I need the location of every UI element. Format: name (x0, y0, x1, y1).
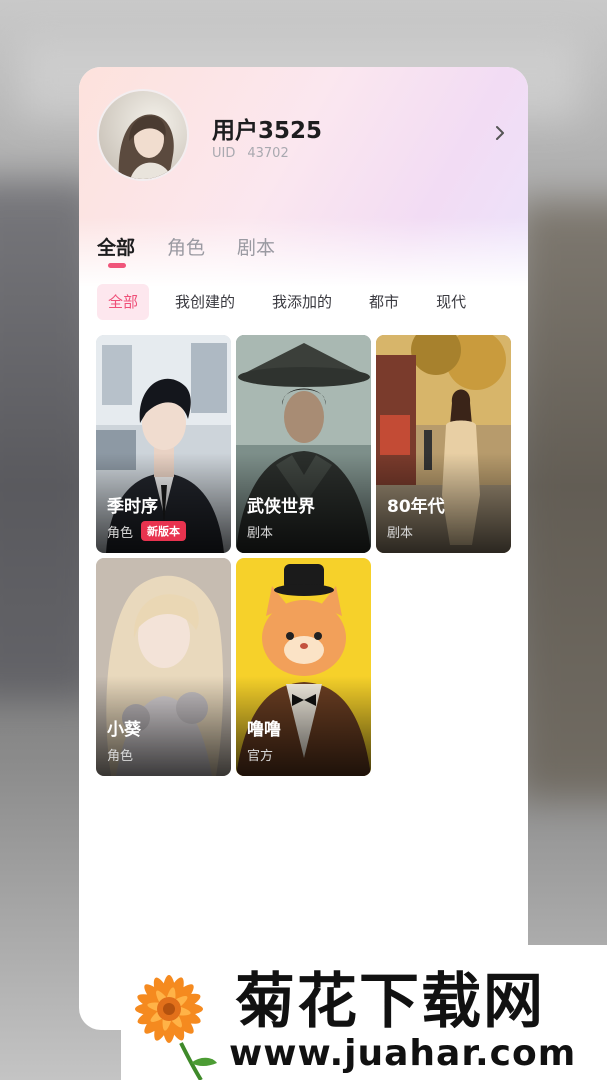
card-type: 剧本 (387, 522, 413, 541)
card-type-label: 剧本 (387, 526, 414, 541)
filter-created[interactable]: 我创建的 (175, 284, 235, 320)
tab-scripts[interactable]: 剧本 (237, 233, 275, 260)
watermark-url: www.juahar.com (229, 1033, 577, 1074)
card-title: 噜噜 (247, 720, 281, 740)
card-type: 官方 (247, 745, 273, 764)
watermark-title: 菊花下载网 (235, 967, 545, 1037)
uid-row: UID 43702 (212, 146, 301, 161)
uid-value: 43702 (247, 146, 289, 161)
watermark: 菊花下载网 www.juahar.com (121, 945, 607, 1080)
card-type: 剧本 (247, 522, 273, 541)
uid-label: UID (212, 146, 236, 161)
character-card[interactable]: 噜噜 官方 (236, 558, 371, 776)
card-type-label: 角色 (107, 749, 134, 764)
card-title: 80年代 (387, 497, 445, 517)
filter-modern[interactable]: 现代 (436, 284, 466, 320)
card-title: 季时序 (107, 497, 158, 517)
username: 用户3525 (212, 118, 323, 144)
card-title: 武侠世界 (247, 497, 315, 517)
character-card[interactable]: 季时序 角色 新版本 (96, 335, 231, 553)
card-type: 角色 (107, 745, 133, 764)
flower-logo-icon (135, 975, 217, 1080)
category-tabs: 全部 角色 剧本 (97, 233, 275, 260)
card-type-label: 剧本 (247, 526, 274, 541)
avatar[interactable] (97, 89, 189, 181)
new-version-badge: 新版本 (141, 521, 187, 541)
card-type: 角色 新版本 (107, 521, 187, 541)
character-card[interactable]: 武侠世界 剧本 (236, 335, 371, 553)
active-tab-indicator (108, 263, 126, 268)
profile-card: 用户3525 UID 43702 全部 角色 剧本 全部 我创建的 我添加的 都市… (79, 67, 528, 1030)
card-title: 小葵 (107, 720, 141, 740)
card-type-label: 角色 (107, 525, 134, 541)
character-card[interactable]: 80年代 剧本 (376, 335, 511, 553)
card-type-label: 官方 (247, 749, 274, 764)
filter-all[interactable]: 全部 (97, 284, 150, 320)
tab-roles[interactable]: 角色 (167, 233, 205, 260)
filter-added[interactable]: 我添加的 (272, 284, 332, 320)
tab-all[interactable]: 全部 (97, 233, 135, 260)
chevron-right-icon[interactable] (494, 125, 506, 141)
filter-urban[interactable]: 都市 (369, 284, 399, 320)
character-card[interactable]: 小葵 角色 (96, 558, 231, 776)
filter-chips: 全部 我创建的 我添加的 都市 现代 (97, 284, 503, 320)
